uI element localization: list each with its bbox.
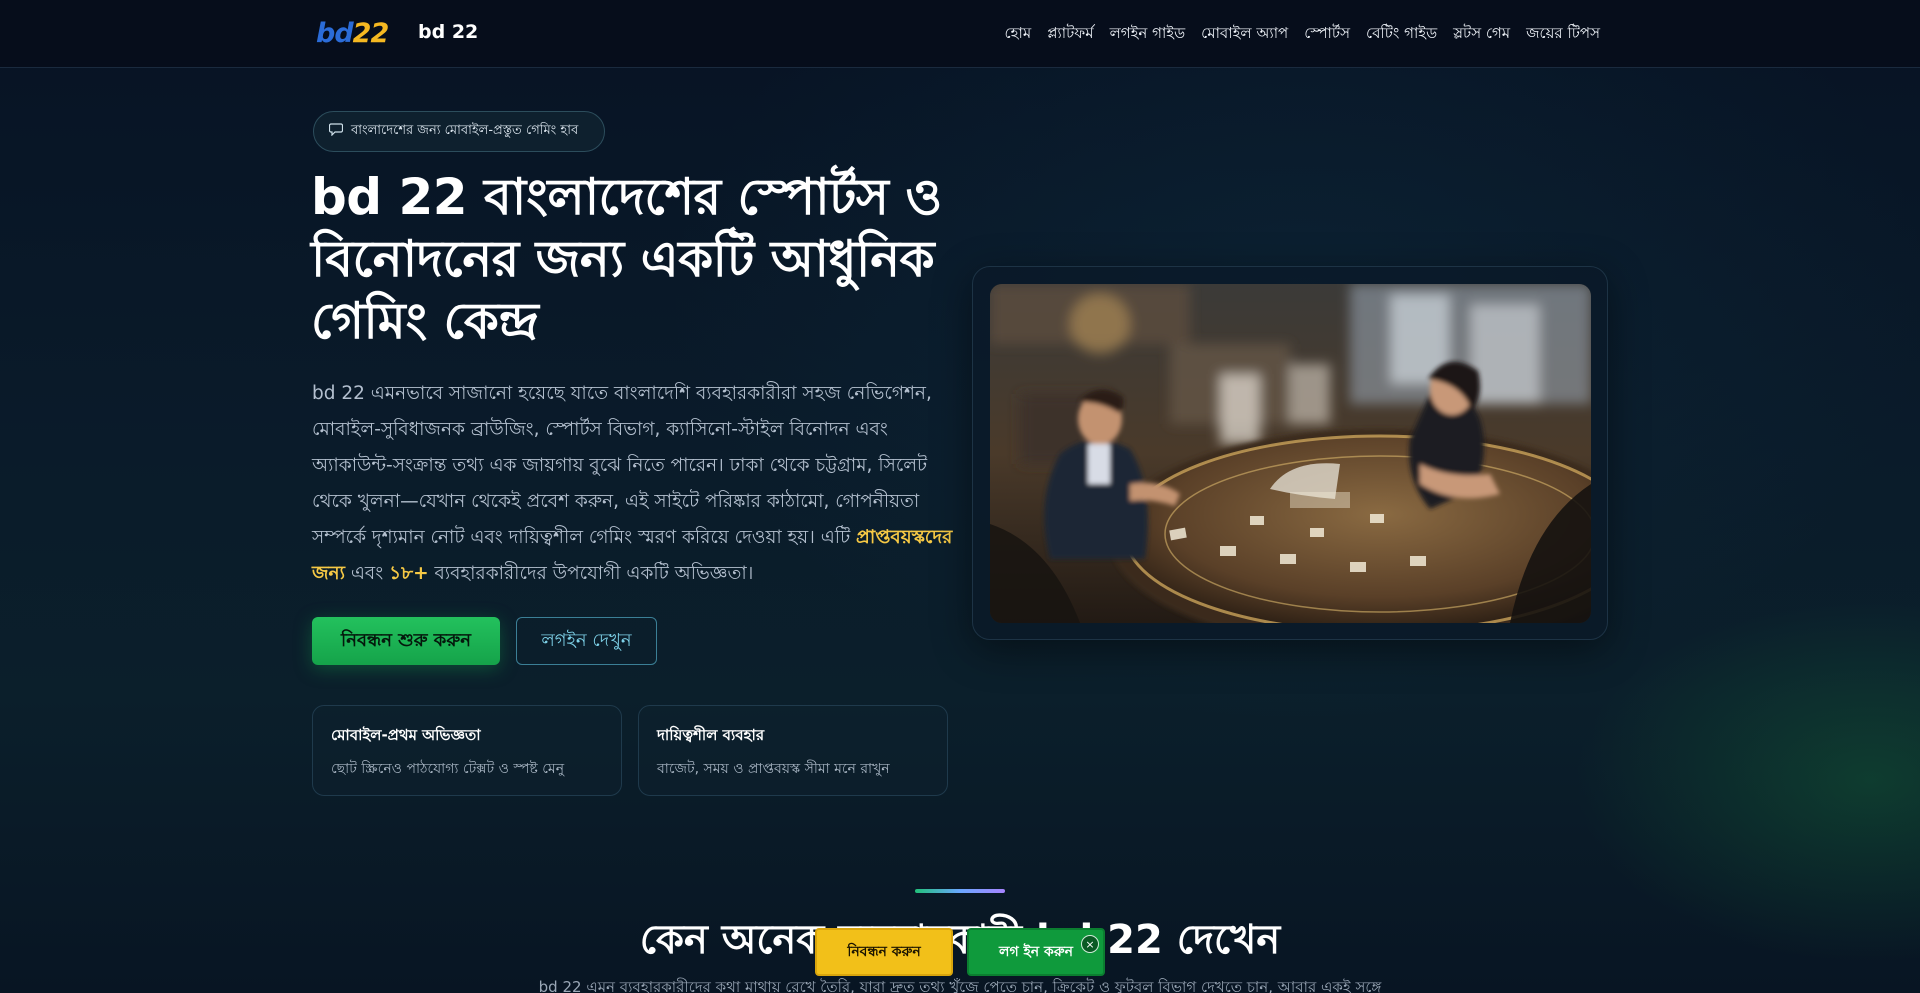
logo-22: 22 bbox=[352, 18, 390, 49]
sticky-register-button[interactable]: নিবন্ধন করুন bbox=[815, 928, 953, 976]
view-login-button[interactable]: লগইন দেখুন bbox=[516, 617, 657, 665]
section-subtitle: bd 22 এমন ব্যবহারকারীদের কথা মাথায় রেখে… bbox=[538, 978, 1382, 993]
site-logo[interactable]: bd22 bbox=[316, 18, 390, 49]
hero-desc-part1: bd 22 এমনভাবে সাজানো হয়েছে যাতে বাংলাদে… bbox=[312, 383, 932, 548]
site-header: bd22 bd 22 হোম প্ল্যাটফর্ম লগইন গাইড মোব… bbox=[0, 0, 1920, 68]
feature-title: দায়িত্বশীল ব্যবহার bbox=[657, 726, 765, 744]
feature-card-mobile: মোবাইল-প্রথম অভিজ্ঞতা ছোট স্ক্রিনেও পাঠয… bbox=[312, 705, 622, 796]
feature-text: বাজেট, সময় ও প্রাপ্তবয়স্ক সীমা মনে রাখ… bbox=[657, 761, 890, 777]
hero-badge: বাংলাদেশের জন্য মোবাইল-প্রস্তুত গেমিং হা… bbox=[313, 111, 605, 152]
casino-table-image bbox=[990, 284, 1591, 623]
nav-platform[interactable]: প্ল্যাটফর্ম bbox=[1047, 22, 1093, 47]
nav-slots-game[interactable]: স্লটস গেম bbox=[1453, 22, 1510, 47]
hero-desc-part2: এবং bbox=[344, 563, 390, 584]
nav-home[interactable]: হোম bbox=[1005, 22, 1032, 47]
feature-card-responsible: দায়িত্বশীল ব্যবহার বাজেট, সময় ও প্রাপ্… bbox=[638, 705, 948, 796]
hero-badge-text: বাংলাদেশের জন্য মোবাইল-প্রস্তুত গেমিং হা… bbox=[351, 123, 579, 138]
hero-image-panel bbox=[972, 266, 1608, 640]
feature-text: ছোট স্ক্রিনেও পাঠযোগ্য টেক্সট ও স্পষ্ট ম… bbox=[331, 761, 565, 777]
start-registration-button[interactable]: নিবন্ধন শুরু করুন bbox=[312, 617, 500, 665]
main-nav: হোম প্ল্যাটফর্ম লগইন গাইড মোবাইল অ্যাপ স… bbox=[1005, 22, 1600, 47]
chat-icon bbox=[328, 123, 344, 140]
nav-betting-guide[interactable]: বেটিং গাইড bbox=[1366, 22, 1437, 47]
sticky-login-button[interactable]: লগ ইন করুন bbox=[967, 928, 1105, 976]
logo-bd: bd bbox=[316, 18, 354, 49]
nav-mobile-app[interactable]: মোবাইল অ্যাপ bbox=[1201, 22, 1288, 47]
hero-title: bd 22 বাংলাদেশের স্পোর্টস ও বিনোদনের জন্… bbox=[311, 168, 942, 350]
close-icon[interactable]: × bbox=[1081, 935, 1099, 953]
hero-description: bd 22 এমনভাবে সাজানো হয়েছে যাতে বাংলাদে… bbox=[312, 376, 962, 592]
nav-winning-tips[interactable]: জয়ের টিপস bbox=[1526, 22, 1600, 47]
feature-title: মোবাইল-প্রথম অভিজ্ঞতা bbox=[331, 726, 481, 744]
section-title: কেন অনেক ব্যবহারকারী bd 22 দেখেন bbox=[639, 917, 1281, 963]
hero-desc-18plus: ১৮+ bbox=[389, 563, 429, 584]
brand-name[interactable]: bd 22 bbox=[418, 21, 478, 43]
hero-desc-part3: ব্যবহারকারীদের উপযোগী একটি অভিজ্ঞতা। bbox=[428, 563, 754, 584]
nav-sports[interactable]: স্পোর্টস bbox=[1304, 22, 1350, 47]
nav-login-guide[interactable]: লগইন গাইড bbox=[1110, 22, 1186, 47]
section-accent-line bbox=[915, 889, 1005, 893]
